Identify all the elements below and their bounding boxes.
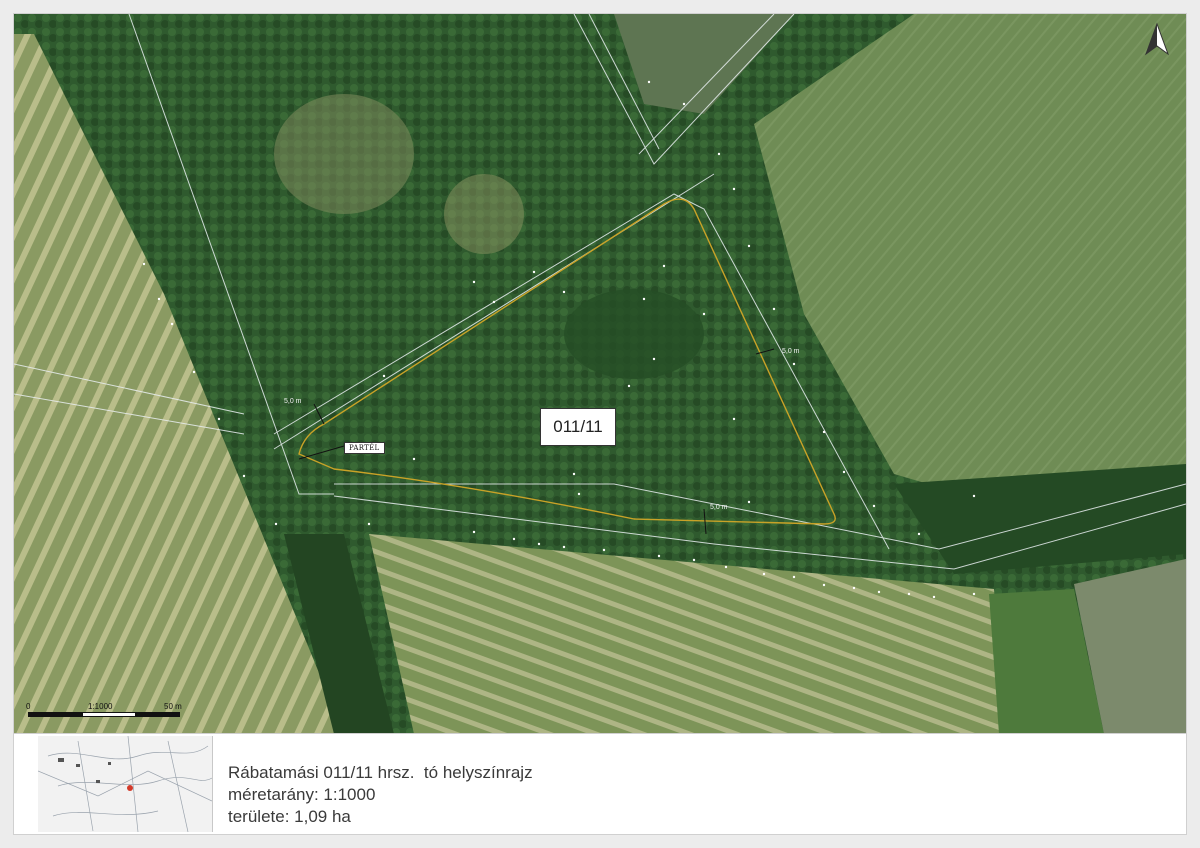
buffer-width-label: 5,0 m (284, 398, 302, 405)
legend-panel: Rábatamási 011/11 hrsz. tó helyszínrajz … (14, 734, 1186, 834)
inset-location-marker (127, 785, 133, 791)
parcel-label[interactable]: 011/11 (540, 408, 616, 446)
legend-area: területe: 1,09 ha (228, 807, 351, 826)
aerial-map-canvas (14, 14, 1186, 734)
clearing (274, 94, 414, 214)
legend-text-block: Rábatamási 011/11 hrsz. tó helyszínrajz … (228, 762, 533, 828)
scale-bar-segment (136, 712, 180, 717)
pond-depression (564, 289, 704, 379)
scale-bar-end: 50 m (164, 702, 182, 711)
map-sheet: 011/11 PARTÉL 5,0 m 5,0 m 5,0 m 0 1:1000… (0, 0, 1200, 848)
north-arrow-icon (1144, 22, 1170, 56)
scale-bar-ratio: 1:1000 (88, 702, 113, 711)
scale-bar-start: 0 (26, 702, 31, 711)
location-inset-map[interactable] (38, 736, 213, 832)
scale-bar-segment (28, 712, 82, 717)
clearing (444, 174, 524, 254)
legend-scale: méretarány: 1:1000 (228, 785, 376, 804)
legend-title: Rábatamási 011/11 hrsz. tó helyszínrajz (228, 763, 533, 782)
aerial-map[interactable]: 011/11 PARTÉL 5,0 m 5,0 m 5,0 m 0 1:1000… (14, 14, 1186, 734)
scale-bar: 0 1:1000 50 m (24, 702, 194, 728)
buffer-width-label: 5,0 m (782, 348, 800, 355)
partel-label: PARTÉL (344, 442, 385, 454)
buffer-width-label: 5,0 m (710, 504, 728, 511)
inset-map-graphic (38, 736, 212, 832)
scale-bar-segment (82, 712, 136, 717)
